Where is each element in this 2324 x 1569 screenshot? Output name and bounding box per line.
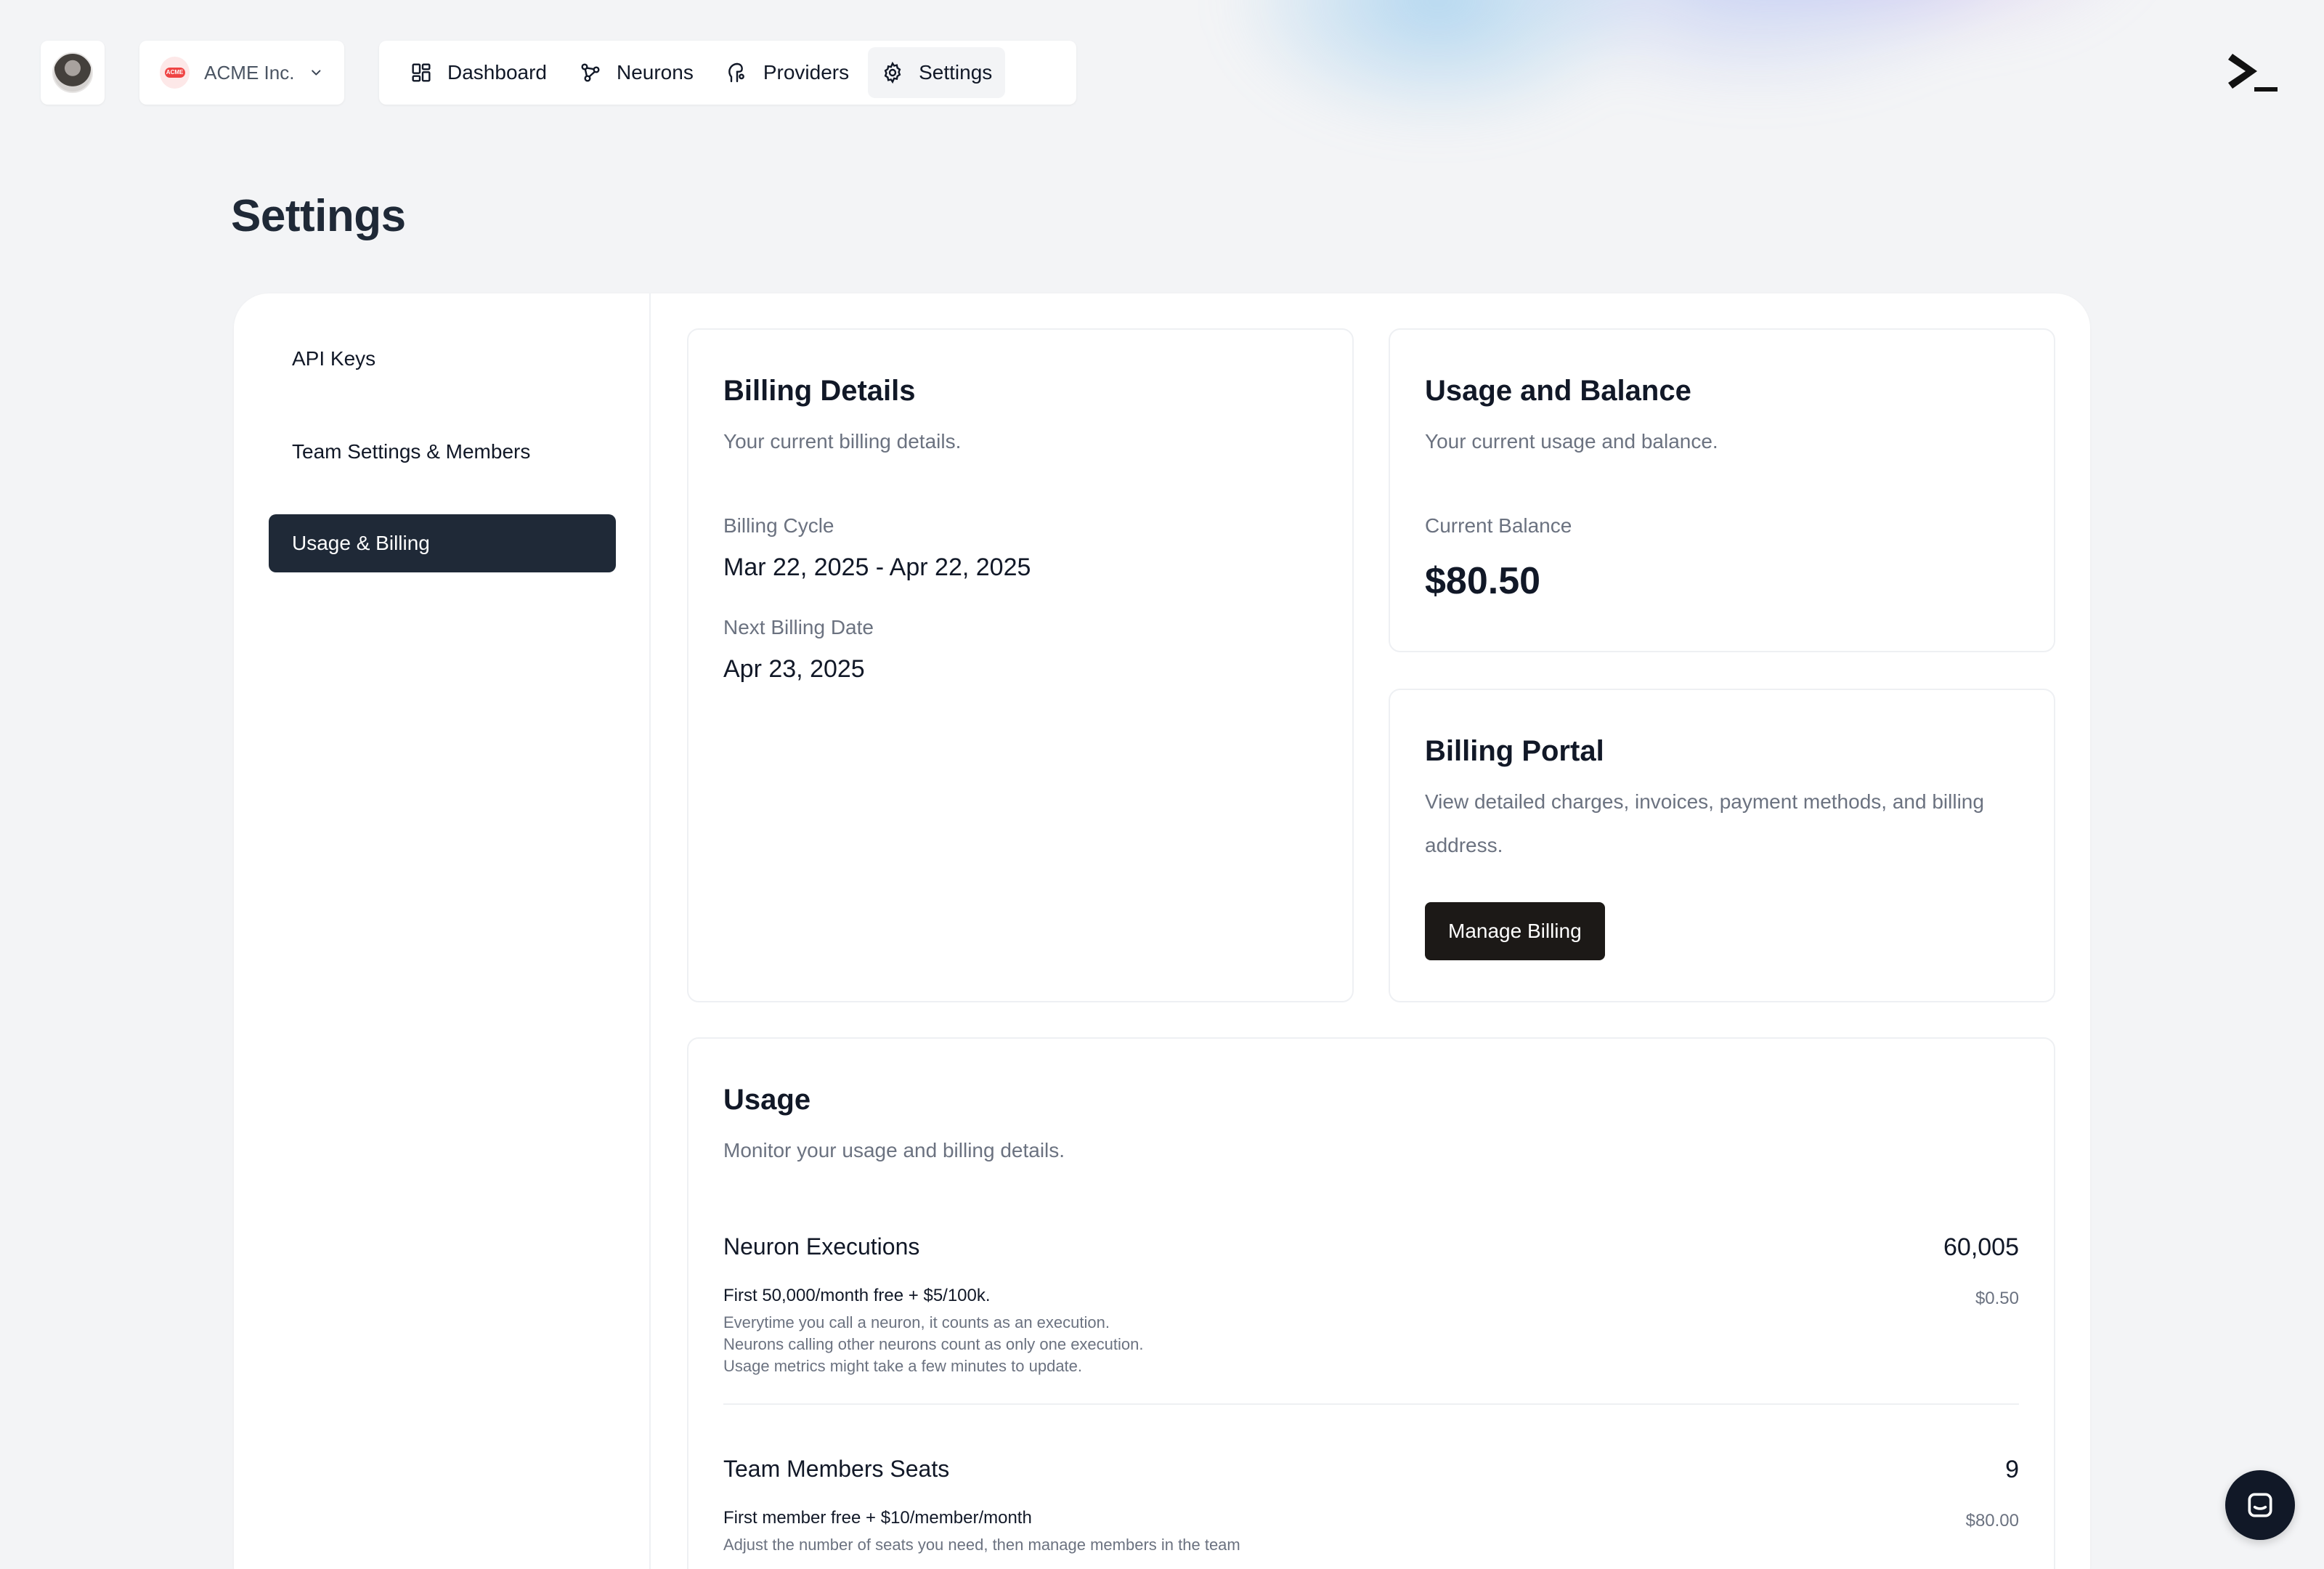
settings-sidebar: API Keys Team Settings & Members Usage &…: [234, 293, 651, 1569]
sidebar-item-team-settings[interactable]: Team Settings & Members: [269, 423, 616, 481]
neurons-icon: [581, 63, 600, 82]
card-description-line2: address.: [1425, 834, 1503, 856]
card-description-line1: View detailed charges, invoices, payment…: [1425, 790, 1984, 813]
usage-item-pricing: First member free + $10/member/month: [723, 1508, 1032, 1528]
usage-item-count: 60,005: [1943, 1233, 2019, 1261]
nav-item-label: Neurons: [616, 61, 694, 84]
org-switcher[interactable]: ACME ACME Inc.: [139, 41, 344, 105]
nav-item-label: Settings: [919, 61, 993, 84]
user-avatar-button[interactable]: [41, 41, 105, 105]
current-balance-label: Current Balance: [1425, 514, 1572, 537]
usage-item-desc-line: Neurons calling other neurons count as o…: [723, 1335, 1144, 1353]
card-title: Billing Portal: [1425, 735, 1604, 767]
next-billing-date-label: Next Billing Date: [723, 616, 874, 638]
sidebar-item-usage-billing[interactable]: Usage & Billing: [269, 514, 616, 572]
avatar: [52, 52, 93, 93]
nav-item-label: Dashboard: [447, 61, 547, 84]
org-logo-text: ACME: [164, 68, 185, 78]
card-subtitle: Monitor your usage and billing details.: [723, 1139, 1065, 1161]
sidebar-item-api-keys[interactable]: API Keys: [269, 330, 616, 388]
org-logo-icon: ACME: [160, 57, 190, 89]
billing-cycle-label: Billing Cycle: [723, 514, 834, 537]
usage-item-cost: $0.50: [1975, 1289, 2019, 1308]
brand-logo-icon[interactable]: [2228, 49, 2279, 96]
card-subtitle: Your current billing details.: [723, 430, 962, 453]
card-title: Usage and Balance: [1425, 375, 1691, 407]
usage-item-desc-line: Usage metrics might take a few minutes t…: [723, 1357, 1083, 1375]
gear-icon: [884, 61, 901, 84]
usage-item-pricing: First 50,000/month free + $5/100k.: [723, 1286, 991, 1305]
nav-item-providers[interactable]: Providers: [712, 47, 862, 98]
billing-cycle-value: Mar 22, 2025 - Apr 22, 2025: [723, 554, 1031, 581]
billing-details-card: Billing Details Your current billing det…: [687, 328, 1354, 1002]
usage-item-count: 9: [2005, 1456, 2019, 1483]
chevron-down-icon: [312, 70, 321, 76]
nav-item-settings[interactable]: Settings: [868, 47, 1006, 98]
card-title: Usage: [723, 1084, 811, 1116]
org-name: ACME Inc.: [204, 61, 295, 84]
providers-icon: [728, 62, 744, 83]
main-nav: Dashboard Neurons Providers Settings: [379, 41, 1076, 105]
current-balance-value: $80.50: [1425, 560, 1541, 602]
usage-item-name: Neuron Executions: [723, 1233, 920, 1260]
card-title: Billing Details: [723, 375, 916, 407]
nav-item-label: Providers: [763, 61, 850, 84]
usage-row-neuron-executions: Neuron Executions 60,005 First 50,000/mo…: [723, 1233, 2019, 1422]
billing-portal-card: Billing Portal View detailed charges, in…: [1389, 689, 2055, 1002]
next-billing-date-value: Apr 23, 2025: [723, 655, 865, 683]
usage-item-cost: $80.00: [1965, 1511, 2019, 1531]
usage-item-desc-line: Adjust the number of seats you need, the…: [723, 1536, 1240, 1554]
chat-icon: [2248, 1493, 2272, 1517]
usage-item-name: Team Members Seats: [723, 1456, 950, 1482]
usage-balance-card: Usage and Balance Your current usage and…: [1389, 328, 2055, 652]
settings-panel: API Keys Team Settings & Members Usage &…: [234, 293, 2090, 1569]
nav-item-dashboard[interactable]: Dashboard: [397, 47, 560, 98]
card-subtitle: Your current usage and balance.: [1425, 430, 1718, 453]
usage-item-desc-line: Everytime you call a neuron, it counts a…: [723, 1313, 1110, 1331]
usage-row-team-seats: Team Members Seats 9 First member free +…: [723, 1456, 2019, 1569]
background-glow: [1133, 0, 2222, 320]
page-title: Settings: [231, 191, 406, 241]
usage-card: Usage Monitor your usage and billing det…: [687, 1037, 2055, 1569]
nav-item-neurons[interactable]: Neurons: [566, 47, 707, 98]
divider: [723, 1403, 2019, 1405]
manage-billing-button[interactable]: Manage Billing: [1425, 902, 1605, 960]
support-chat-button[interactable]: [2225, 1470, 2295, 1540]
dashboard-icon: [412, 63, 431, 82]
